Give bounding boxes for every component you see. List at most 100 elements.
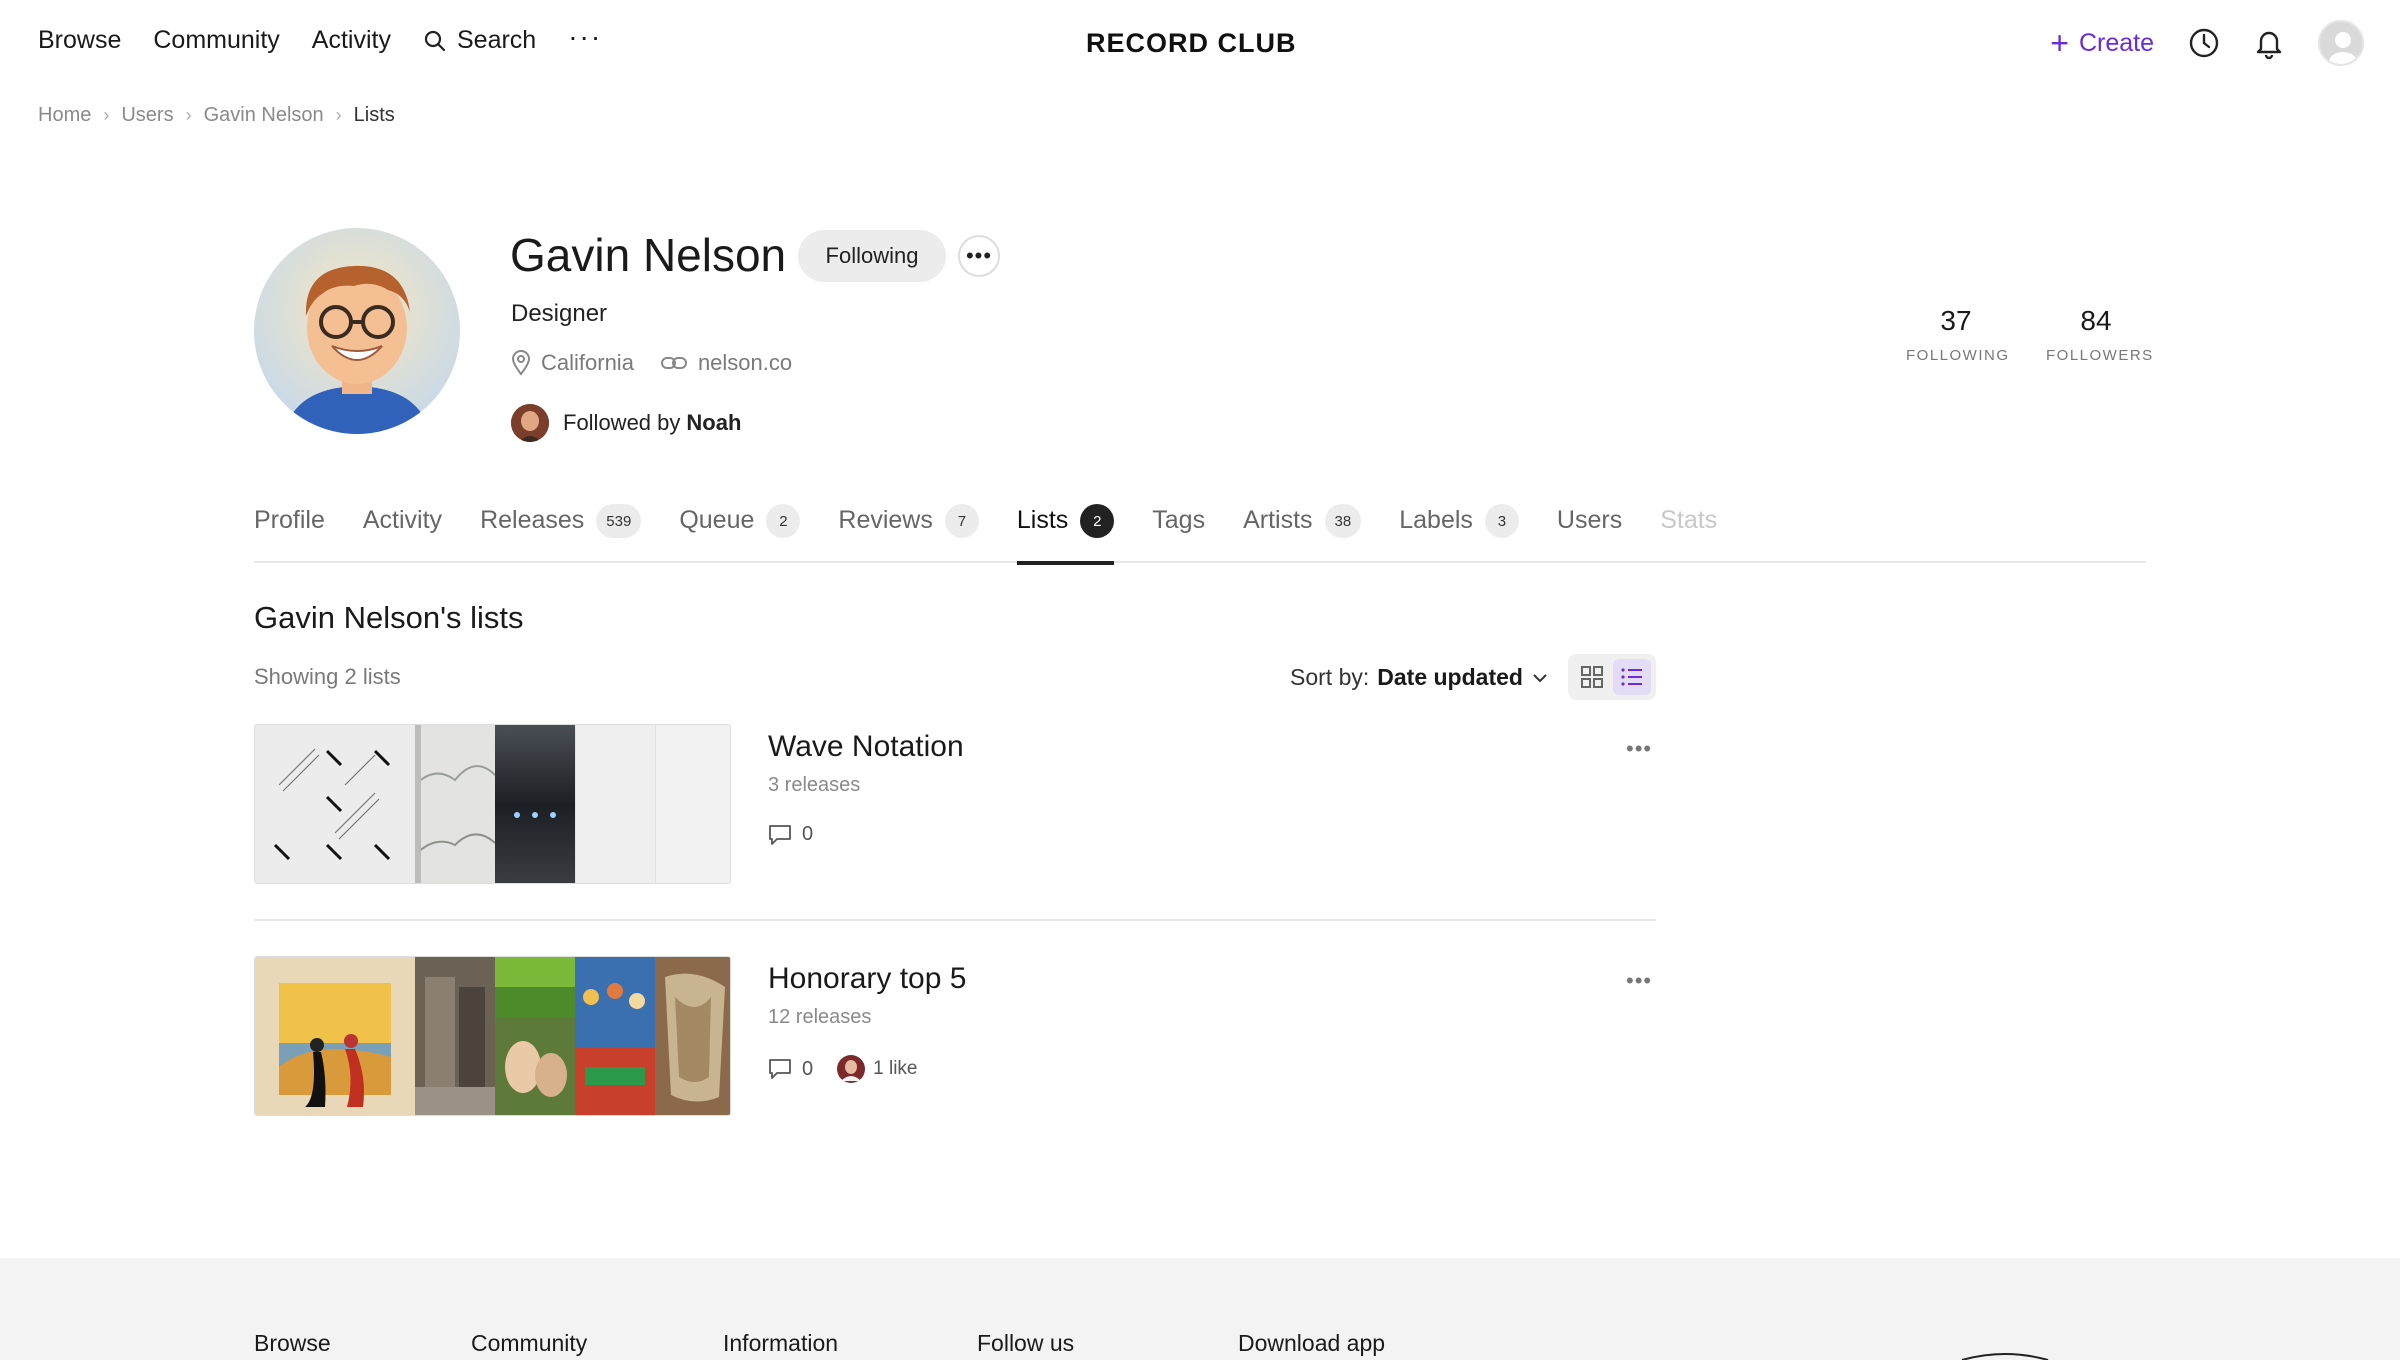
website-label: nelson.co <box>697 350 793 375</box>
nav-browse-link[interactable]: Browse <box>38 26 121 55</box>
following-stat-label: FOLLOWING <box>1906 347 2010 364</box>
album-cover <box>655 957 730 1115</box>
footer-download-heading: Download app <box>1238 1330 1386 1356</box>
liker-avatar <box>837 1055 866 1083</box>
tab-stats: Stats <box>1660 500 1717 563</box>
empty-cover <box>655 725 730 883</box>
grid-view-button[interactable] <box>1573 659 1611 695</box>
profile-more-icon[interactable]: ••• <box>958 235 1000 277</box>
list-title[interactable]: Honorary top 5 <box>768 962 966 996</box>
tab-label: Reviews <box>838 506 933 534</box>
bell-icon[interactable] <box>2254 27 2284 59</box>
follower-avatar[interactable] <box>511 404 549 442</box>
tab-label: Activity <box>362 506 443 534</box>
list-title[interactable]: Wave Notation <box>768 730 964 764</box>
tab-count-badge: 38 <box>1324 504 1362 538</box>
breadcrumb-user[interactable]: Gavin Nelson <box>204 104 324 127</box>
comment-icon[interactable] <box>768 824 792 846</box>
nav-search-label: Search <box>456 26 537 54</box>
view-toggle <box>1568 654 1656 700</box>
tab-count-badge: 7 <box>944 504 979 538</box>
profile-name: Gavin Nelson <box>510 229 787 281</box>
footer-information-heading: Information <box>723 1330 839 1356</box>
comment-count: 0 <box>802 1057 814 1080</box>
chevron-right-icon: › <box>103 105 110 125</box>
tab-lists[interactable]: Lists 2 <box>1016 500 1115 565</box>
breadcrumb: Home › Users › Gavin Nelson › Lists <box>38 104 395 127</box>
list-item[interactable]: Honorary top 5 12 releases 0 1 like ••• <box>254 956 1656 1116</box>
history-icon[interactable] <box>2188 27 2220 59</box>
album-cover <box>495 957 575 1115</box>
profile-bio: Designer <box>511 300 608 327</box>
nav-more-icon[interactable]: ··· <box>568 22 602 50</box>
following-button[interactable]: Following <box>798 230 946 282</box>
tab-label: Labels <box>1399 506 1473 534</box>
album-cover <box>255 957 415 1115</box>
followers-count: 84 <box>2080 305 2112 336</box>
tab-count-badge: 3 <box>1484 504 1519 538</box>
breadcrumb-users[interactable]: Users <box>121 104 173 127</box>
tab-reviews[interactable]: Reviews 7 <box>838 500 979 563</box>
list-covers[interactable] <box>254 956 731 1116</box>
tab-label: Releases <box>480 506 585 534</box>
followers-stat-label: FOLLOWERS <box>2046 347 2154 364</box>
tab-label: Artists <box>1243 506 1313 534</box>
tab-count-badge: 539 <box>596 504 642 538</box>
tab-labels[interactable]: Labels 3 <box>1399 500 1519 563</box>
sort-prefix: Sort by: <box>1290 664 1370 690</box>
followed-by: Followed by Noah <box>511 404 741 442</box>
tab-activity[interactable]: Activity <box>363 500 442 563</box>
tab-label: Tags <box>1152 506 1206 534</box>
footer-follow-heading: Follow us <box>977 1330 1075 1356</box>
chevron-right-icon: › <box>185 105 192 125</box>
album-cover <box>575 957 655 1115</box>
tab-label: Stats <box>1660 506 1718 534</box>
tab-profile[interactable]: Profile <box>254 500 325 563</box>
list-stats: 0 <box>768 823 813 846</box>
link-icon <box>660 357 687 369</box>
sort-dropdown[interactable]: Sort by: Date updated <box>1290 664 1549 691</box>
breadcrumb-current: Lists <box>353 104 395 126</box>
album-cover <box>255 725 415 883</box>
plus-icon: + <box>2050 25 2069 61</box>
album-cover <box>414 725 496 883</box>
tab-users[interactable]: Users <box>1557 500 1622 563</box>
nav-activity-link[interactable]: Activity <box>312 26 391 55</box>
comment-icon[interactable] <box>768 1058 792 1080</box>
followers-stat[interactable]: 84 FOLLOWERS <box>2046 305 2154 364</box>
following-count: 37 <box>1940 305 1972 336</box>
list-stats: 0 1 like <box>768 1055 917 1083</box>
profile-location: California <box>511 350 634 376</box>
list-more-icon[interactable]: ••• <box>1626 968 1652 994</box>
list-view-button[interactable] <box>1613 659 1651 695</box>
site-logo[interactable]: RECORD CLUB <box>1086 28 1297 59</box>
tab-queue[interactable]: Queue 2 <box>679 500 801 563</box>
followed-by-name[interactable]: Noah <box>686 410 741 436</box>
breadcrumb-home[interactable]: Home <box>38 104 91 127</box>
nav-right: + Create <box>2050 20 2364 66</box>
tab-count-badge: 2 <box>1080 504 1115 538</box>
create-button[interactable]: + Create <box>2050 25 2154 61</box>
nav-search-button[interactable]: Search <box>423 26 536 55</box>
list-more-icon[interactable]: ••• <box>1626 736 1652 762</box>
tab-tags[interactable]: Tags <box>1152 500 1205 563</box>
followed-by-prefix: Followed by <box>563 410 681 435</box>
tab-artists[interactable]: Artists 38 <box>1243 500 1362 563</box>
grid-icon <box>1581 666 1603 688</box>
location-label: California <box>541 350 634 375</box>
list-item[interactable]: Wave Notation 3 releases 0 ••• <box>254 724 1656 884</box>
tab-label: Lists <box>1016 506 1069 534</box>
list-covers[interactable] <box>254 724 731 884</box>
nav-community-link[interactable]: Community <box>153 26 279 55</box>
following-stat[interactable]: 37 FOLLOWING <box>1906 305 2010 364</box>
likes[interactable]: 1 like <box>837 1055 917 1083</box>
user-avatar[interactable] <box>2318 20 2364 66</box>
top-nav: Browse Community Activity Search ··· REC… <box>0 0 2400 88</box>
tab-releases[interactable]: Releases 539 <box>480 500 642 563</box>
list-release-count: 12 releases <box>768 1006 872 1028</box>
profile-website[interactable]: nelson.co <box>660 350 792 376</box>
location-pin-icon <box>511 350 531 376</box>
footer-community-heading: Community <box>471 1330 588 1356</box>
list-icon <box>1621 668 1642 686</box>
footer: Browse Community Information Follow us D… <box>0 1258 2400 1360</box>
